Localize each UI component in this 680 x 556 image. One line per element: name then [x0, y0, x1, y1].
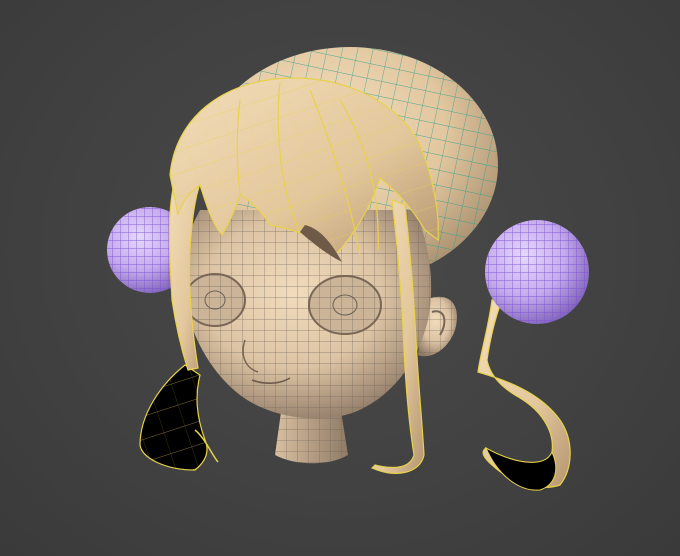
right-hair-tail[interactable]	[477, 299, 571, 491]
left-eye[interactable]	[184, 273, 246, 327]
right-eye[interactable]	[308, 275, 382, 335]
left-hair-tail[interactable]	[139, 364, 219, 471]
3d-viewport[interactable]	[0, 0, 680, 556]
right-bun[interactable]	[485, 220, 589, 324]
scene-render	[107, 47, 589, 491]
